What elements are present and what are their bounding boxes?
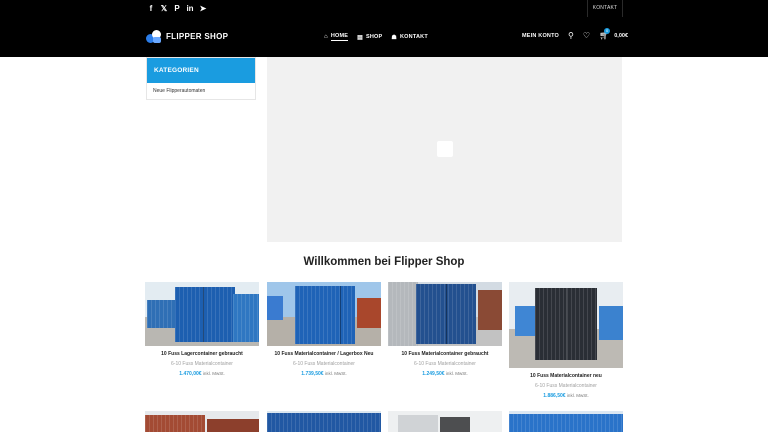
product-card[interactable]: 10 Fuss Lagercontainer gebraucht 6-10 Fu… [145,282,259,377]
product-price-row: 1.739,50€ inkl. MwSt. [267,371,381,377]
product-title[interactable]: 10 Fuss Materialcontainer / Lagerbox Neu [267,351,381,357]
product-tax-note: inkl. MwSt. [445,371,468,376]
product-tax-note: inkl. MwSt. [566,393,589,398]
search-icon[interactable]: ⚲ [568,31,574,40]
product-tax-note: inkl. MwSt. [202,371,225,376]
product-price-row: 1.886,50€ inkl. MwSt. [509,393,623,399]
logo-icon [146,28,162,44]
contact-icon: ☗ [391,34,397,41]
product-category[interactable]: 6-10 Fuss Materialcontainer [509,383,623,389]
product-tax-note: inkl. MwSt. [324,371,347,376]
product-price: 1.886,50€ [543,393,566,399]
product-price-row: 1.249,50€ inkl. MwSt. [388,371,502,377]
x-icon[interactable]: 𝕏 [160,3,168,14]
linkedin-icon[interactable]: in [186,3,194,14]
nav-home-label: HOME [330,33,349,41]
product-title[interactable]: 10 Fuss Lagercontainer gebraucht [145,351,259,357]
category-widget: KATEGORIEN Neue Flipperautomaten [146,57,256,100]
product-price: 1.249,50€ [422,371,445,377]
wishlist-icon[interactable]: ♡ [583,31,590,40]
product-card[interactable]: 10 Fuss Materialcontainer neu 6-10 Fuss … [509,282,623,399]
product-image[interactable] [388,282,502,346]
main-header: FLIPPER SHOP ⌂ HOME ▤ SHOP ☗ KONTAKT MEI… [0,17,768,57]
product-price-row: 1.470,00€ inkl. MwSt. [145,371,259,377]
product-image[interactable] [388,411,502,432]
nav-contact[interactable]: ☗ KONTAKT [391,32,427,42]
product-title[interactable]: 10 Fuss Materialcontainer gebraucht [388,351,502,357]
product-image[interactable] [509,411,623,432]
site-logo[interactable]: FLIPPER SHOP [146,27,228,45]
facebook-icon[interactable]: f [147,3,155,14]
top-bar: f 𝕏 P in ➤ KONTAKT [0,0,768,17]
cart-icon[interactable]: 🛒︎ 0 [599,28,611,40]
header-actions: MEIN KONTO ⚲ ♡ 🛒︎ 0 0,00€ [522,28,628,40]
hero-slider [267,57,622,242]
product-price: 1.739,50€ [301,371,324,377]
product-card[interactable]: 10 Fuss Materialcontainer gebraucht 6-10… [388,282,502,377]
product-image[interactable] [145,411,259,432]
cart-total[interactable]: 0,00€ [614,33,628,39]
nav-shop-label: SHOP [366,34,383,40]
pinterest-icon[interactable]: P [173,3,181,14]
home-icon: ⌂ [324,34,328,40]
product-image[interactable] [509,282,623,368]
slider-loading-indicator [437,141,453,157]
product-price: 1.470,00€ [179,371,202,377]
product-image[interactable] [145,282,259,346]
product-category[interactable]: 6-10 Fuss Materialcontainer [267,361,381,367]
product-category[interactable]: 6-10 Fuss Materialcontainer [145,361,259,367]
top-contact-link[interactable]: KONTAKT [587,0,623,17]
welcome-title: Willkommen bei Flipper Shop [303,256,465,268]
main-nav: ⌂ HOME ▤ SHOP ☗ KONTAKT [324,32,428,42]
nav-contact-label: KONTAKT [400,34,428,40]
account-link[interactable]: MEIN KONTO [522,33,559,39]
nav-home[interactable]: ⌂ HOME [324,32,349,42]
category-heading: KATEGORIEN [147,58,255,83]
category-item[interactable]: Neue Flipperautomaten [147,83,255,100]
shop-icon: ▤ [357,34,364,41]
product-title[interactable]: 10 Fuss Materialcontainer neu [509,373,623,379]
product-image[interactable] [267,282,381,346]
cart-count-badge: 0 [604,28,611,34]
nav-shop[interactable]: ▤ SHOP [357,32,382,42]
social-links: f 𝕏 P in ➤ [147,3,207,14]
product-category[interactable]: 6-10 Fuss Materialcontainer [388,361,502,367]
logo-text: FLIPPER SHOP [166,31,229,41]
telegram-icon[interactable]: ➤ [199,3,207,14]
product-image[interactable] [267,411,381,432]
product-card[interactable]: 10 Fuss Materialcontainer / Lagerbox Neu… [267,282,381,377]
